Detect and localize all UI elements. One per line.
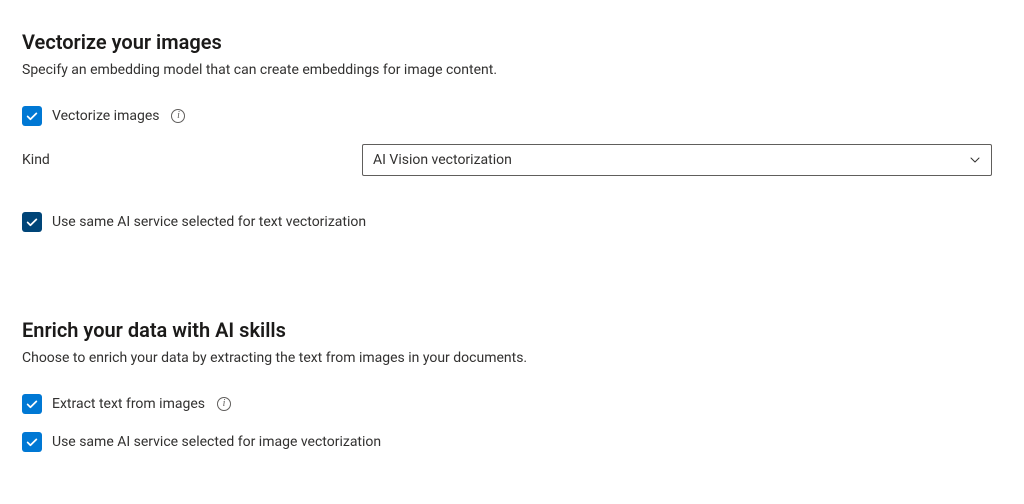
extract-text-label: Extract text from images [52,396,205,412]
enrich-description: Choose to enrich your data by extracting… [22,350,1002,366]
use-same-image-checkbox[interactable] [22,432,42,452]
check-icon [25,435,39,449]
vectorize-images-checkbox[interactable] [22,106,42,126]
use-same-text-row: Use same AI service selected for text ve… [22,212,1002,232]
vectorize-images-label: Vectorize images [52,108,159,124]
info-icon[interactable]: i [171,109,185,123]
kind-control-cell: AI Vision vectorization [362,144,992,176]
kind-dropdown[interactable]: AI Vision vectorization [362,144,992,176]
kind-label: Kind [22,152,50,168]
use-same-text-label: Use same AI service selected for text ve… [52,214,366,230]
check-icon [25,397,39,411]
extract-text-checkbox[interactable] [22,394,42,414]
kind-value: AI Vision vectorization [373,152,512,168]
info-icon[interactable]: i [217,397,231,411]
chevron-down-icon [969,154,981,166]
check-icon [25,215,39,229]
use-same-image-row: Use same AI service selected for image v… [22,432,1002,452]
vectorize-title: Vectorize your images [22,30,1002,54]
kind-label-cell: Kind [22,152,362,168]
use-same-text-checkbox[interactable] [22,212,42,232]
vectorize-description: Specify an embedding model that can crea… [22,62,1002,78]
kind-row: Kind AI Vision vectorization [22,144,1002,176]
vectorize-images-row: Vectorize images i [22,106,1002,126]
check-icon [25,109,39,123]
enrich-title: Enrich your data with AI skills [22,318,1002,342]
use-same-image-label: Use same AI service selected for image v… [52,434,381,450]
extract-text-row: Extract text from images i [22,394,1002,414]
